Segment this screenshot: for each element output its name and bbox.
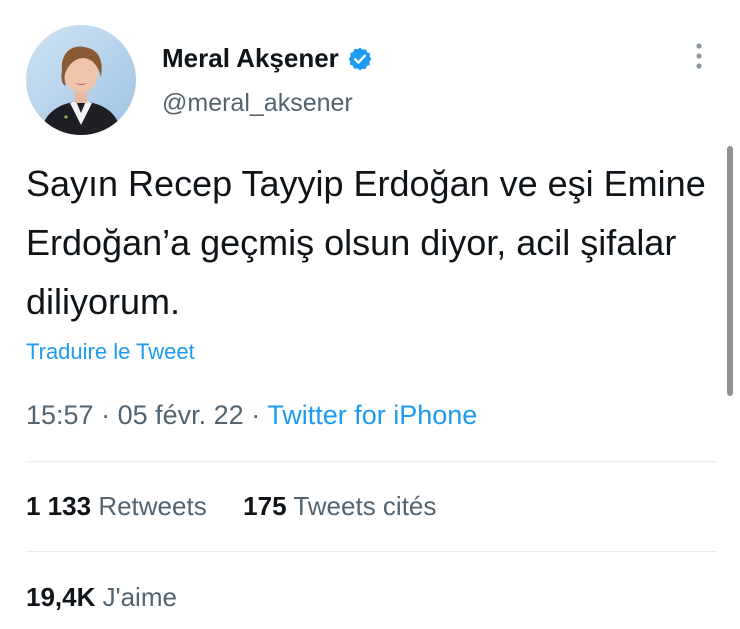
tweet-meta: 15:57 · 05 févr. 22 · Twitter for iPhone (26, 400, 477, 431)
avatar[interactable] (26, 25, 136, 135)
divider (26, 461, 716, 462)
more-options-button[interactable] (684, 42, 714, 74)
display-name[interactable]: Meral Akşener (162, 43, 373, 74)
retweets-stat[interactable]: 1 133 Retweets (26, 491, 214, 521)
likes-label: J'aime (102, 582, 177, 612)
quote-tweets-stat[interactable]: 175 Tweets cités (243, 491, 436, 521)
meta-separator: · (101, 400, 118, 430)
more-vertical-icon (695, 42, 703, 75)
divider (26, 551, 716, 552)
quote-tweets-count: 175 (243, 491, 287, 521)
translate-tweet-link[interactable]: Traduire le Tweet (26, 339, 195, 365)
tweet-text: Sayın Recep Tayyip Erdoğan ve eşi Emine … (26, 163, 706, 322)
tweet-time[interactable]: 15:57 (26, 400, 94, 430)
likes-count: 19,4K (26, 582, 96, 612)
verified-badge-icon (347, 46, 373, 72)
display-name-text: Meral Akşener (162, 43, 339, 73)
engagement-stats: 1 133 Retweets 175 Tweets cités (26, 491, 436, 522)
user-handle[interactable]: @meral_aksener (162, 89, 353, 118)
quote-tweets-label: Tweets cités (293, 491, 437, 521)
tweet-source-link[interactable]: Twitter for iPhone (267, 400, 477, 430)
tweet-date[interactable]: 05 févr. 22 (118, 400, 244, 430)
scrollbar[interactable] (727, 146, 733, 396)
likes-stat[interactable]: 19,4K J'aime (26, 582, 177, 613)
retweets-label: Retweets (98, 491, 207, 521)
retweets-count: 1 133 (26, 491, 92, 521)
meta-separator: · (251, 400, 268, 430)
